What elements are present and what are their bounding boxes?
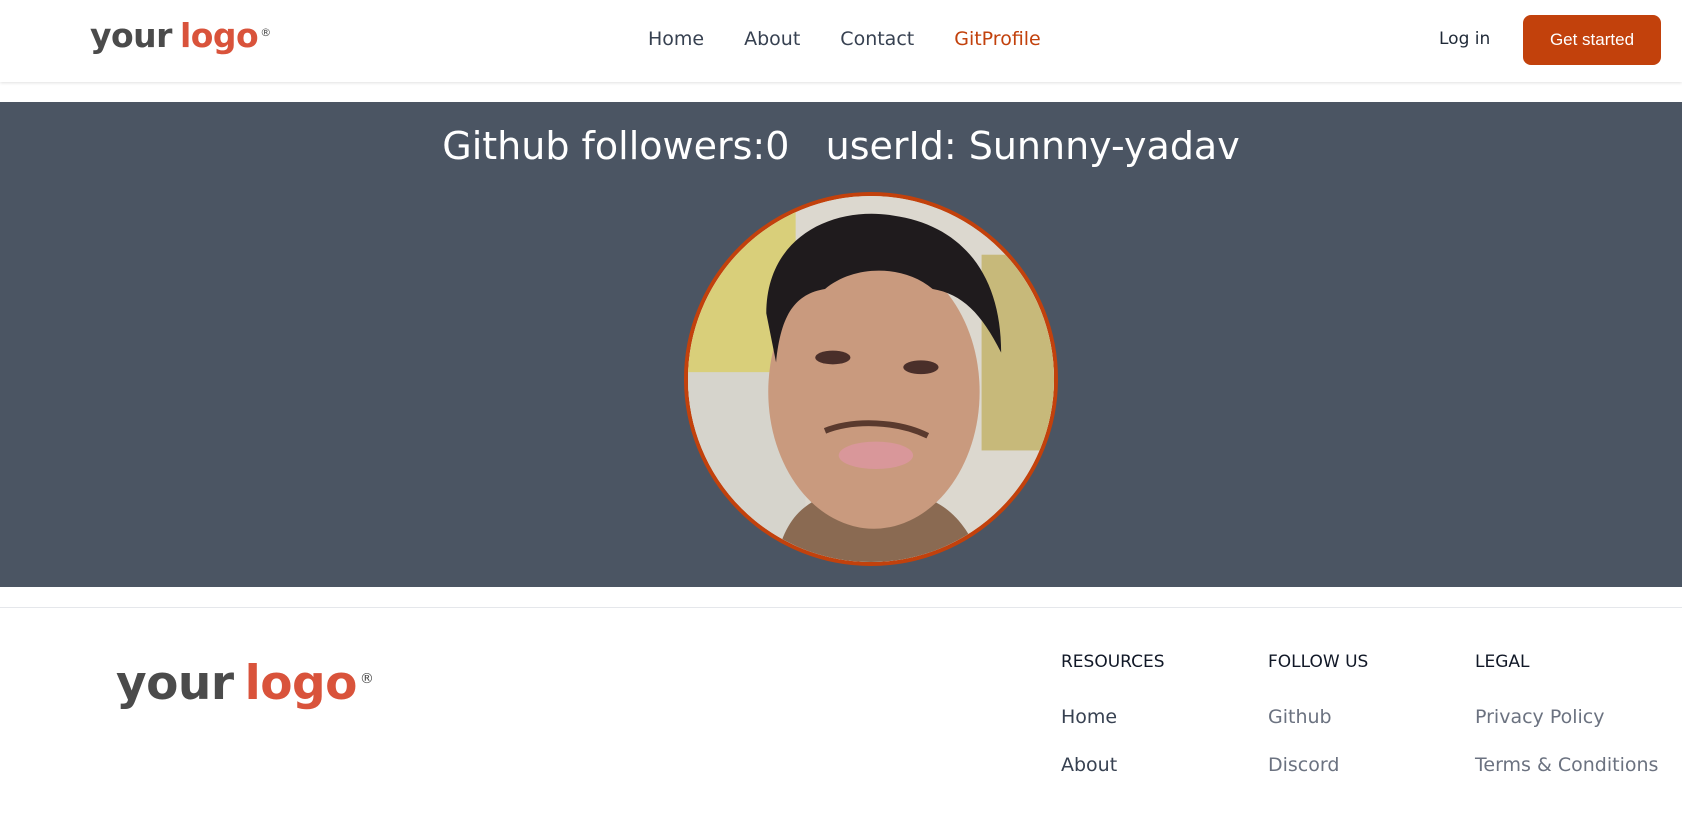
get-started-button[interactable]: Get started	[1523, 15, 1661, 65]
footer-heading-follow-us: FOLLOW US	[1268, 652, 1369, 672]
logo-word-logo: logo	[244, 656, 358, 711]
footer-link-terms[interactable]: Terms & Conditions	[1475, 754, 1658, 776]
footer-divider	[0, 607, 1682, 608]
profile-section: Github followers:0 userId: Sunnny-yadav	[0, 102, 1682, 587]
footer-column-resources: RESOURCES Home About	[1061, 652, 1165, 802]
profile-heading: Github followers:0 userId: Sunnny-yadav	[442, 124, 1240, 168]
footer-heading-resources: RESOURCES	[1061, 652, 1165, 672]
avatar-photo	[688, 196, 1054, 562]
nav-contact[interactable]: Contact	[840, 28, 914, 50]
footer-link-home[interactable]: Home	[1061, 706, 1165, 728]
avatar	[684, 192, 1058, 566]
registered-mark: ®	[260, 26, 271, 39]
footer-link-about[interactable]: About	[1061, 754, 1165, 776]
nav-about[interactable]: About	[744, 28, 800, 50]
logo-word-your: your	[90, 16, 172, 55]
header-logo[interactable]: your logo ®	[90, 16, 271, 55]
footer-link-privacy-policy[interactable]: Privacy Policy	[1475, 706, 1658, 728]
footer-link-discord[interactable]: Discord	[1268, 754, 1368, 776]
registered-mark: ®	[359, 671, 374, 687]
nav-gitprofile[interactable]: GitProfile	[954, 28, 1041, 50]
login-link[interactable]: Log in	[1439, 29, 1490, 49]
footer-heading-legal: LEGAL	[1475, 652, 1530, 672]
footer-link-github[interactable]: Github	[1268, 706, 1368, 728]
main-nav: Home About Contact GitProfile	[648, 28, 1041, 50]
nav-home[interactable]: Home	[648, 28, 704, 50]
logo-word-logo: logo	[179, 16, 259, 55]
site-header: your logo ® Home About Contact GitProfil…	[0, 0, 1682, 82]
footer-column-legal: LEGAL Privacy Policy Terms & Conditions	[1475, 652, 1658, 802]
footer-logo[interactable]: your logo ®	[116, 656, 374, 711]
logo-word-your: your	[116, 656, 234, 711]
footer-column-follow-us: FOLLOW US Github Discord	[1268, 652, 1368, 802]
